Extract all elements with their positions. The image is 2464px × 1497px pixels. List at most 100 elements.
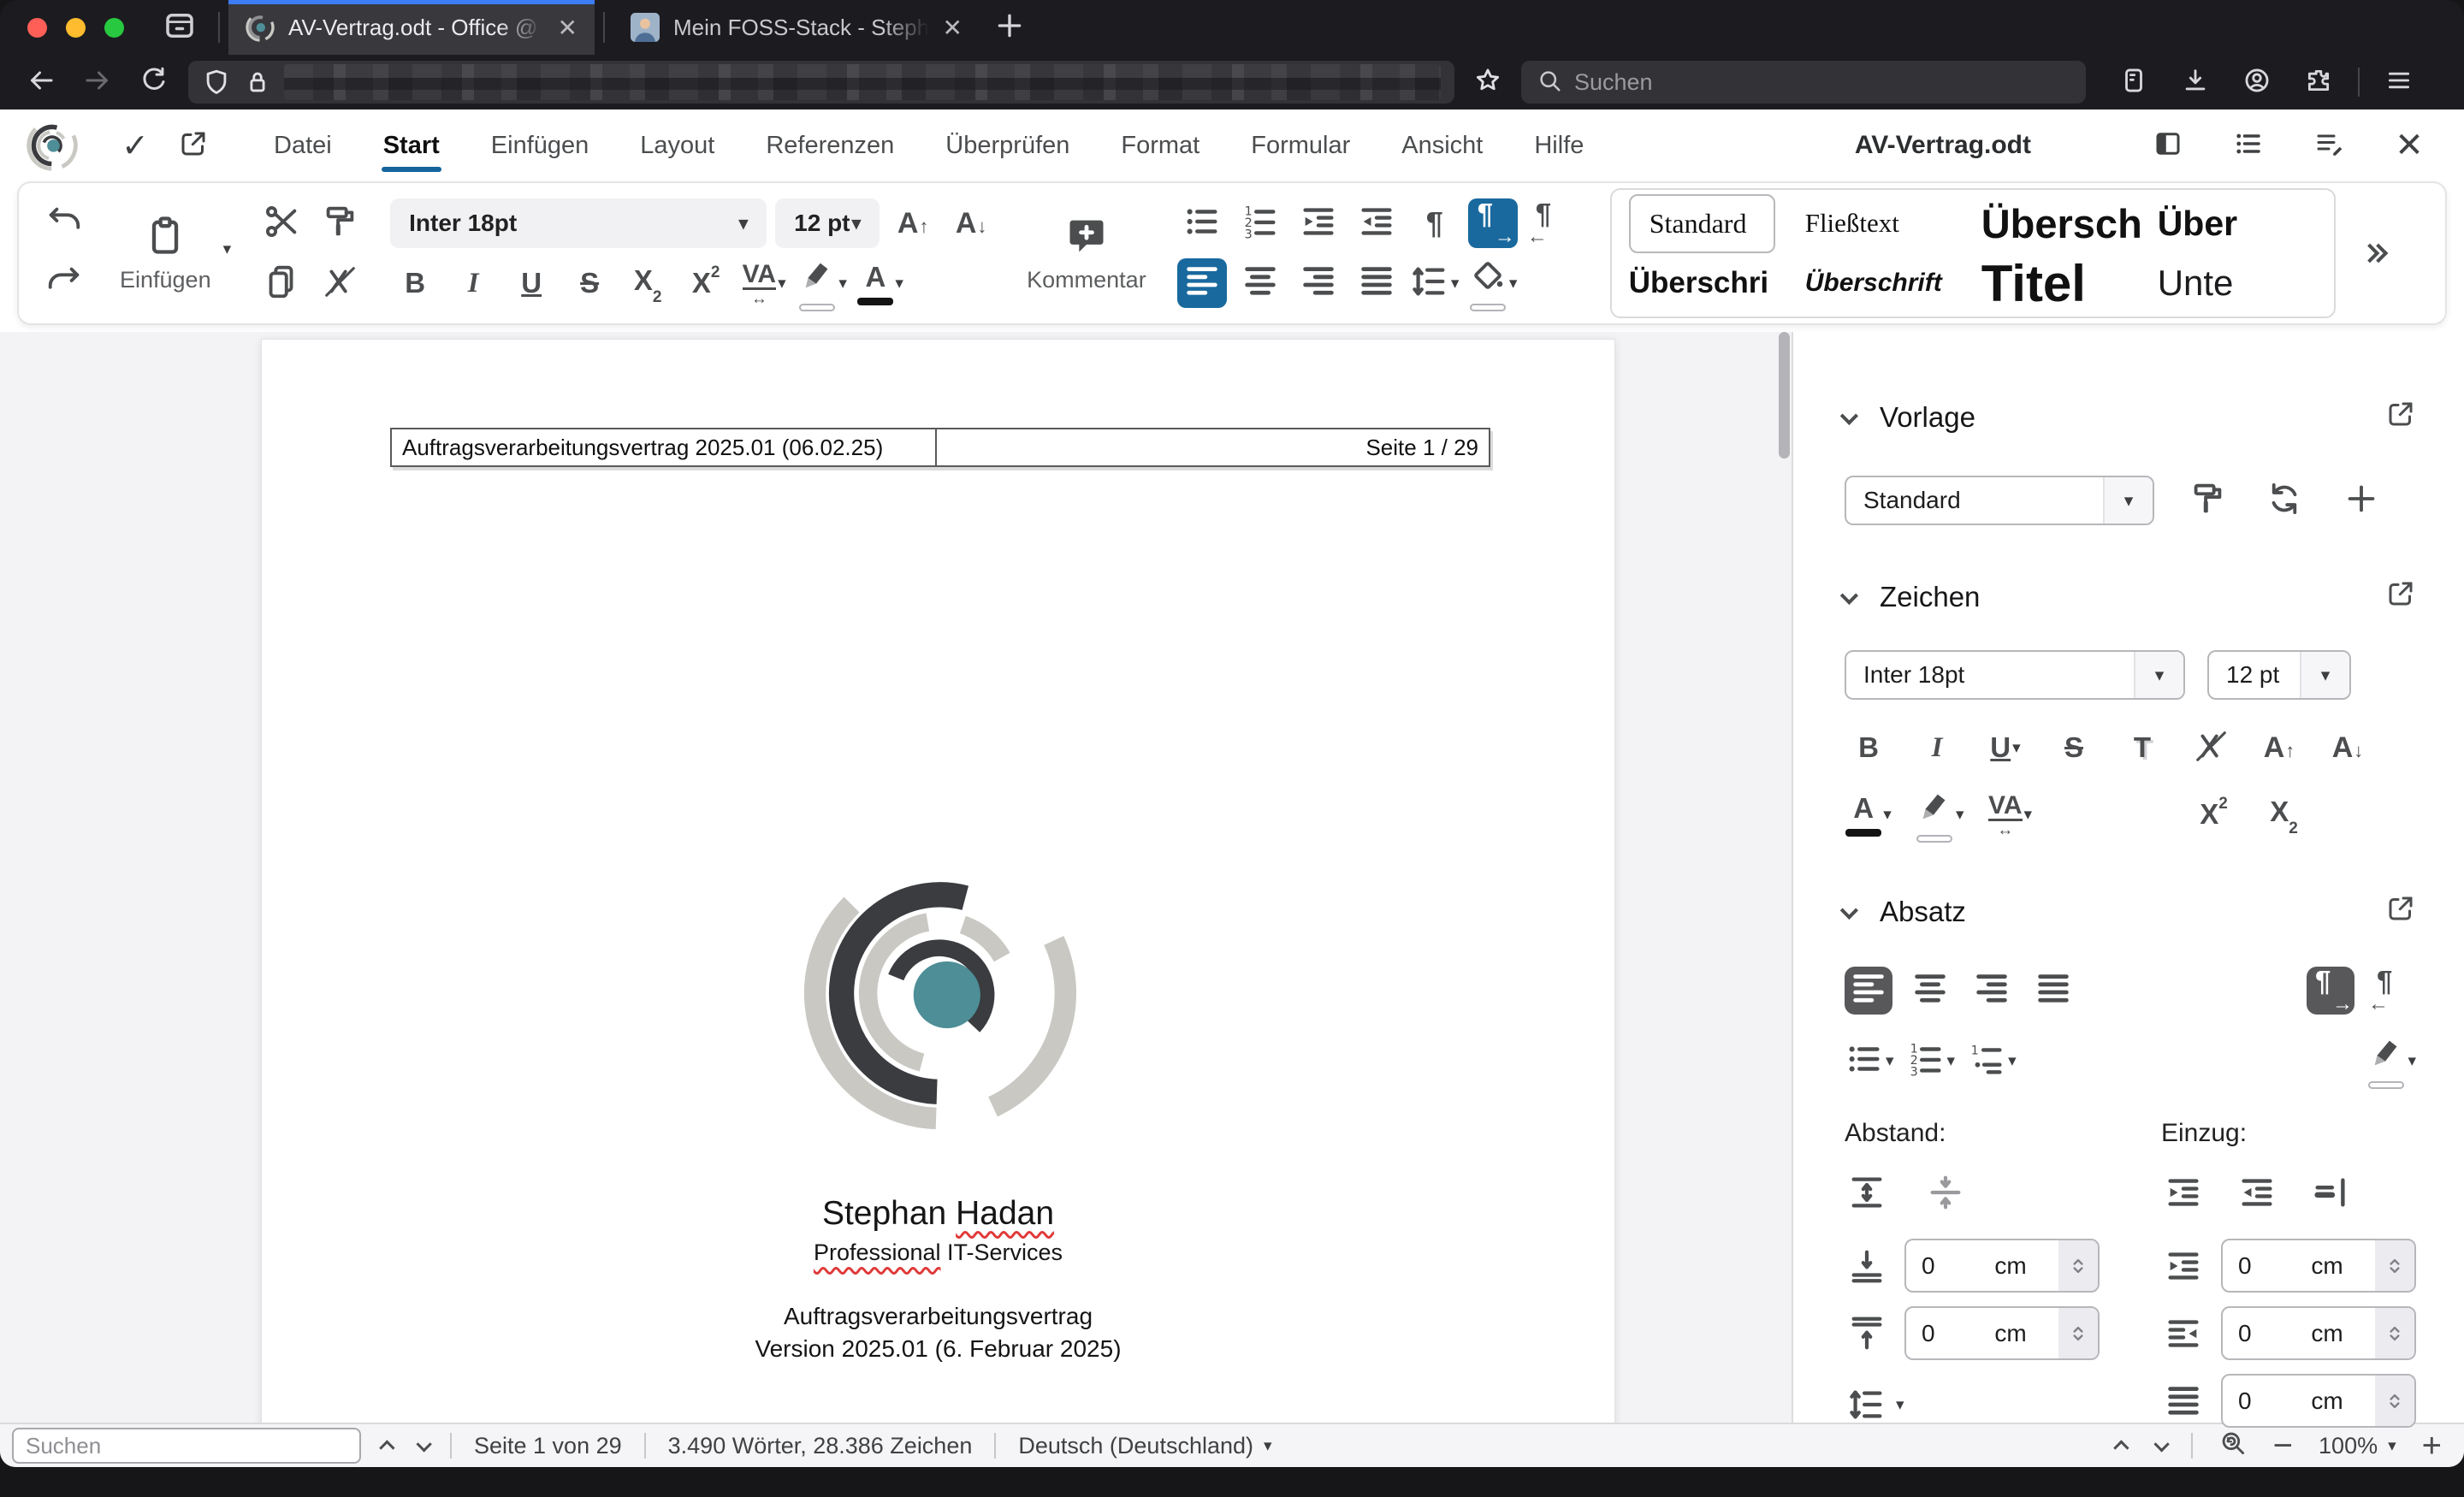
document-line2[interactable]: Version 2025.01 (6. Februar 2025) — [262, 1335, 1614, 1363]
character-spacing-button[interactable] — [1987, 790, 2035, 838]
underline-button[interactable] — [1981, 724, 2029, 772]
vertical-scrollbar[interactable] — [1779, 332, 1790, 459]
section-zeichen-header[interactable]: Zeichen — [1839, 578, 2416, 616]
navigator-button[interactable] — [2224, 121, 2272, 169]
font-size-select[interactable]: 12 pt — [775, 198, 880, 248]
style-ueberschrift-2[interactable]: Über — [2149, 204, 2325, 244]
tab-av-vertrag[interactable]: AV-Vertrag.odt - Office @ Hada — [228, 0, 595, 55]
shrink-font-button[interactable] — [2324, 724, 2372, 772]
paste-dropdown-icon[interactable] — [223, 240, 232, 259]
menu-einfuegen[interactable]: Einfügen — [465, 116, 615, 175]
superscript-button[interactable] — [681, 258, 731, 308]
new-tab-button[interactable] — [980, 0, 1040, 55]
section-vorlage-header[interactable]: Vorlage — [1839, 399, 2416, 436]
menu-hilfe[interactable]: Hilfe — [1508, 116, 1609, 175]
superscript-button[interactable] — [2190, 790, 2238, 838]
clone-formatting-button[interactable] — [315, 198, 364, 248]
menu-format[interactable]: Format — [1095, 116, 1225, 175]
update-style-button[interactable] — [2260, 476, 2308, 524]
chevron-down-icon[interactable] — [1509, 274, 1518, 293]
bullet-list-button[interactable] — [1177, 198, 1227, 248]
open-dialog-button[interactable] — [2385, 399, 2416, 436]
bold-button[interactable] — [390, 258, 440, 308]
spacing-below-field[interactable]: 0 cm — [1904, 1306, 2100, 1360]
rtl-paragraph-button[interactable] — [2368, 965, 2416, 1016]
cut-button[interactable] — [257, 198, 306, 248]
decrease-indent-icon[interactable] — [2235, 1170, 2279, 1215]
chevron-down-icon[interactable] — [2012, 738, 2021, 758]
grow-font-button[interactable] — [888, 198, 938, 248]
align-center-button[interactable] — [1906, 967, 1954, 1015]
sidebar-font-size-select[interactable]: 12 pt — [2207, 650, 2351, 700]
rtl-paragraph-button[interactable] — [1526, 198, 1576, 249]
chevron-down-icon[interactable] — [2408, 1051, 2416, 1071]
spinner-control[interactable] — [2058, 1308, 2098, 1358]
company-subtitle[interactable]: Professional IT-Services — [262, 1240, 1614, 1266]
font-name-select[interactable]: Inter 18pt — [390, 198, 767, 248]
search-next-icon[interactable] — [416, 1435, 432, 1453]
spinner-control[interactable] — [2058, 1240, 2098, 1291]
italic-button[interactable] — [448, 258, 498, 308]
sidebars-button[interactable] — [2112, 60, 2156, 104]
chevron-down-icon[interactable] — [2024, 805, 2033, 825]
numbered-list-button[interactable]: 123 — [1235, 198, 1285, 248]
formatting-marks-button[interactable] — [1410, 198, 1460, 248]
close-tab-icon[interactable] — [943, 14, 962, 42]
open-dialog-button[interactable] — [2385, 893, 2416, 931]
minimize-window-button[interactable] — [66, 17, 86, 38]
chevron-down-icon[interactable] — [1956, 805, 1964, 825]
document-search-box[interactable] — [12, 1428, 361, 1464]
chevron-down-icon[interactable] — [1947, 1051, 1956, 1071]
close-tab-icon[interactable] — [558, 14, 578, 42]
increase-indent-button[interactable] — [1294, 198, 1343, 248]
chevron-down-icon[interactable] — [1886, 1051, 1894, 1071]
menu-referenzen[interactable]: Referenzen — [740, 116, 920, 175]
align-center-button[interactable] — [1235, 258, 1285, 308]
document-line1[interactable]: Auftragsverarbeitungsvertrag — [262, 1303, 1614, 1330]
copy-button[interactable] — [257, 258, 306, 308]
bold-button[interactable] — [1845, 724, 1892, 772]
line-spacing-icon[interactable] — [1845, 1382, 1889, 1427]
font-color-button[interactable] — [856, 258, 905, 308]
word-count[interactable]: 3.490 Wörter, 28.386 Zeichen — [668, 1433, 973, 1459]
chevron-down-icon[interactable] — [778, 274, 786, 293]
zoom-reset-icon[interactable] — [2218, 1429, 2248, 1464]
justify-button[interactable] — [2029, 967, 2077, 1015]
clear-formatting-button[interactable] — [315, 258, 364, 308]
align-left-button[interactable] — [1845, 967, 1892, 1015]
next-page-icon[interactable] — [2153, 1435, 2170, 1453]
menu-datei[interactable]: Datei — [248, 116, 358, 175]
edit-mode-button[interactable] — [2305, 121, 2353, 169]
document-page[interactable]: Auftragsverarbeitungsvertrag 2025.01 (06… — [261, 339, 1615, 1423]
close-window-button[interactable] — [27, 17, 47, 38]
menu-start[interactable]: Start — [358, 116, 465, 175]
company-name[interactable]: Stephan Hadan — [262, 1195, 1614, 1233]
paragraph-style-select[interactable]: Standard — [1845, 476, 2154, 525]
justify-button[interactable] — [1352, 258, 1401, 308]
line-spacing-button[interactable] — [1410, 258, 1460, 308]
style-ueberschrift-1[interactable]: Übersch — [1973, 200, 2149, 247]
clear-formatting-button[interactable] — [2187, 724, 2235, 772]
firefox-view-button[interactable] — [150, 0, 210, 55]
style-titel[interactable]: Titel — [1973, 254, 2149, 313]
page-header-table[interactable]: Auftragsverarbeitungsvertrag 2025.01 (06… — [390, 428, 1490, 467]
subscript-button[interactable] — [2260, 790, 2308, 838]
character-spacing-button[interactable] — [739, 258, 789, 308]
strikethrough-button[interactable] — [2050, 724, 2098, 772]
align-right-button[interactable] — [1968, 967, 2016, 1015]
menu-ansicht[interactable]: Ansicht — [1376, 116, 1508, 175]
forward-button[interactable] — [75, 60, 120, 104]
menu-ueberpruefen[interactable]: Überprüfen — [920, 116, 1095, 175]
indent-before-field[interactable]: 0 cm — [2221, 1239, 2416, 1293]
toggle-sidebar-button[interactable] — [2144, 121, 2192, 169]
field-value[interactable]: 0 — [1906, 1252, 1963, 1280]
search-previous-icon[interactable] — [379, 1439, 395, 1456]
document-search-input[interactable] — [26, 1432, 347, 1459]
downloads-button[interactable] — [2173, 60, 2218, 104]
hanging-indent-icon[interactable] — [2308, 1170, 2353, 1215]
italic-button[interactable] — [1913, 724, 1961, 772]
app-menu-button[interactable] — [2377, 60, 2421, 104]
https-lock-icon[interactable] — [243, 68, 272, 97]
zoom-window-button[interactable] — [104, 17, 124, 38]
outline-list-button[interactable]: 1 — [1967, 1037, 2017, 1085]
